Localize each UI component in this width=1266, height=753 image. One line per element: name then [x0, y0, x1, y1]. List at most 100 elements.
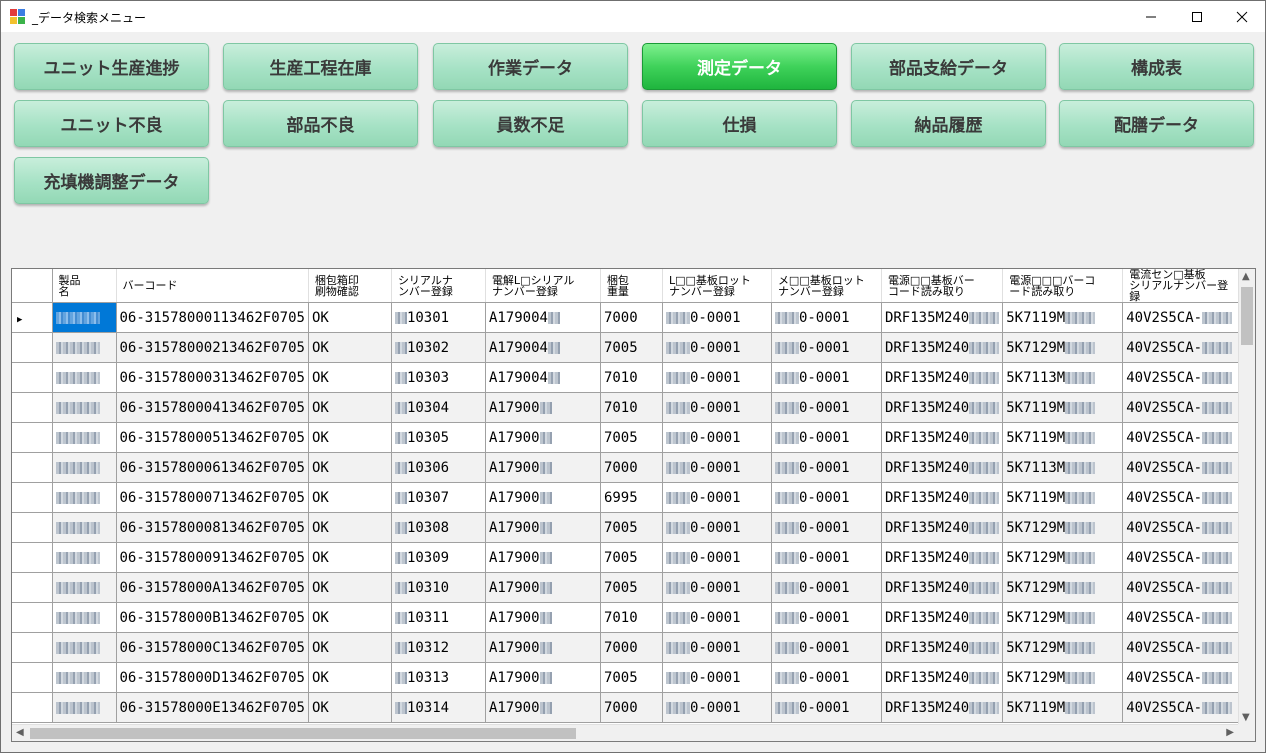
psu-barcode-cell[interactable]: 5K7129M	[1002, 602, 1124, 633]
psu-board-barcode-cell[interactable]: DRF135M240	[881, 302, 1004, 333]
current-sensor-serial-cell[interactable]: 40V2S5CA-	[1122, 602, 1244, 633]
vertical-scroll-thumb[interactable]	[1241, 287, 1253, 345]
product-name-cell[interactable]	[52, 392, 117, 423]
psu-board-barcode-cell[interactable]: DRF135M240	[881, 482, 1004, 513]
serial-cell[interactable]: 10303	[391, 362, 486, 393]
psu-board-barcode-cell[interactable]: DRF135M240	[881, 362, 1004, 393]
led-board-lot-cell[interactable]: 0-0001	[662, 332, 772, 363]
horizontal-scroll-thumb[interactable]	[30, 728, 576, 739]
horizontal-scrollbar[interactable]: ◀ ▶	[12, 724, 1238, 741]
product-name-cell[interactable]	[52, 572, 117, 603]
table-row[interactable]: 06-31578000413462F0705 OK 10304 A17900 7010 0…	[12, 392, 1244, 423]
row-header[interactable]	[12, 362, 53, 393]
table-row[interactable]: 06-31578000D13462F0705 OK 10313 A17900 7005 0…	[12, 662, 1244, 693]
barcode-cell[interactable]: 06-31578000C13462F0705	[116, 632, 309, 663]
print-check-cell[interactable]: OK	[308, 452, 392, 483]
serial-cell[interactable]: 10301	[391, 302, 486, 333]
serial-cell[interactable]: 10310	[391, 572, 486, 603]
table-row[interactable]: 06-31578000C13462F0705 OK 10312 A17900 7000 0…	[12, 632, 1244, 663]
product-name-cell[interactable]	[52, 632, 117, 663]
button-filler-adjust[interactable]: 充填機調整データ	[14, 157, 209, 204]
main-board-lot-cell[interactable]: 0-0001	[771, 482, 882, 513]
current-sensor-serial-cell[interactable]: 40V2S5CA-	[1122, 332, 1244, 363]
package-weight-cell[interactable]: 7000	[600, 452, 663, 483]
electrolytic-serial-cell[interactable]: A17900	[485, 422, 601, 453]
barcode-cell[interactable]: 06-31578000513462F0705	[116, 422, 309, 453]
table-row[interactable]: 06-31578000B13462F0705 OK 10311 A17900 7010 0…	[12, 602, 1244, 633]
print-check-cell[interactable]: OK	[308, 332, 392, 363]
serial-cell[interactable]: 10311	[391, 602, 486, 633]
row-header[interactable]	[12, 392, 53, 423]
row-header[interactable]	[12, 332, 53, 363]
column-header[interactable]: 梱包箱印 刷物確認	[308, 269, 392, 303]
package-weight-cell[interactable]: 7000	[600, 692, 663, 723]
current-sensor-serial-cell[interactable]: 40V2S5CA-	[1122, 572, 1244, 603]
psu-board-barcode-cell[interactable]: DRF135M240	[881, 542, 1004, 573]
barcode-cell[interactable]: 06-31578000D13462F0705	[116, 662, 309, 693]
column-header[interactable]: 梱包 重量	[600, 269, 663, 303]
table-row[interactable]: 06-31578000613462F0705 OK 10306 A17900 7000 0…	[12, 452, 1244, 483]
column-header[interactable]: 電流セン□基板 シリアルナンバー登録	[1122, 269, 1244, 303]
psu-barcode-cell[interactable]: 5K7129M	[1002, 572, 1124, 603]
barcode-cell[interactable]: 06-31578000813462F0705	[116, 512, 309, 543]
led-board-lot-cell[interactable]: 0-0001	[662, 362, 772, 393]
current-sensor-serial-cell[interactable]: 40V2S5CA-	[1122, 692, 1244, 723]
led-board-lot-cell[interactable]: 0-0001	[662, 482, 772, 513]
current-sensor-serial-cell[interactable]: 40V2S5CA-	[1122, 512, 1244, 543]
current-sensor-serial-cell[interactable]: 40V2S5CA-	[1122, 302, 1244, 333]
row-header[interactable]	[12, 572, 53, 603]
row-header[interactable]	[12, 512, 53, 543]
print-check-cell[interactable]: OK	[308, 572, 392, 603]
psu-barcode-cell[interactable]: 5K7119M	[1002, 482, 1124, 513]
product-name-cell[interactable]	[52, 422, 117, 453]
minimize-button[interactable]	[1128, 1, 1174, 32]
led-board-lot-cell[interactable]: 0-0001	[662, 692, 772, 723]
main-board-lot-cell[interactable]: 0-0001	[771, 392, 882, 423]
psu-barcode-cell[interactable]: 5K7129M	[1002, 632, 1124, 663]
package-weight-cell[interactable]: 7005	[600, 662, 663, 693]
print-check-cell[interactable]: OK	[308, 542, 392, 573]
package-weight-cell[interactable]: 7005	[600, 572, 663, 603]
row-header[interactable]: ▶	[12, 302, 53, 333]
psu-board-barcode-cell[interactable]: DRF135M240	[881, 512, 1004, 543]
barcode-cell[interactable]: 06-31578000413462F0705	[116, 392, 309, 423]
table-row[interactable]: 06-31578000713462F0705 OK 10307 A17900 6995 0…	[12, 482, 1244, 513]
psu-barcode-cell[interactable]: 5K7113M	[1002, 362, 1124, 393]
product-name-cell[interactable]	[52, 542, 117, 573]
product-name-cell[interactable]	[52, 302, 117, 333]
current-sensor-serial-cell[interactable]: 40V2S5CA-	[1122, 392, 1244, 423]
package-weight-cell[interactable]: 7005	[600, 512, 663, 543]
current-sensor-serial-cell[interactable]: 40V2S5CA-	[1122, 422, 1244, 453]
button-spoilage[interactable]: 仕損	[642, 100, 837, 147]
row-header[interactable]	[12, 482, 53, 513]
led-board-lot-cell[interactable]: 0-0001	[662, 662, 772, 693]
main-board-lot-cell[interactable]: 0-0001	[771, 632, 882, 663]
led-board-lot-cell[interactable]: 0-0001	[662, 572, 772, 603]
table-row[interactable]: 06-31578000813462F0705 OK 10308 A17900 7005 0…	[12, 512, 1244, 543]
print-check-cell[interactable]: OK	[308, 392, 392, 423]
barcode-cell[interactable]: 06-31578000213462F0705	[116, 332, 309, 363]
electrolytic-serial-cell[interactable]: A179004	[485, 362, 601, 393]
electrolytic-serial-cell[interactable]: A17900	[485, 452, 601, 483]
led-board-lot-cell[interactable]: 0-0001	[662, 602, 772, 633]
main-board-lot-cell[interactable]: 0-0001	[771, 692, 882, 723]
button-serving-data[interactable]: 配膳データ	[1059, 100, 1254, 147]
barcode-cell[interactable]: 06-31578000113462F0705	[116, 302, 309, 333]
product-name-cell[interactable]	[52, 362, 117, 393]
led-board-lot-cell[interactable]: 0-0001	[662, 632, 772, 663]
psu-board-barcode-cell[interactable]: DRF135M240	[881, 602, 1004, 633]
serial-cell[interactable]: 10304	[391, 392, 486, 423]
current-sensor-serial-cell[interactable]: 40V2S5CA-	[1122, 452, 1244, 483]
product-name-cell[interactable]	[52, 482, 117, 513]
barcode-cell[interactable]: 06-31578000713462F0705	[116, 482, 309, 513]
product-name-cell[interactable]	[52, 452, 117, 483]
print-check-cell[interactable]: OK	[308, 512, 392, 543]
row-header[interactable]	[12, 602, 53, 633]
scroll-right-icon[interactable]: ▶	[1226, 727, 1234, 738]
button-unit-defect[interactable]: ユニット不良	[14, 100, 209, 147]
electrolytic-serial-cell[interactable]: A17900	[485, 512, 601, 543]
column-header[interactable]: 電解L□シリアル ナンバー登録	[485, 269, 601, 303]
print-check-cell[interactable]: OK	[308, 602, 392, 633]
print-check-cell[interactable]: OK	[308, 662, 392, 693]
main-board-lot-cell[interactable]: 0-0001	[771, 542, 882, 573]
